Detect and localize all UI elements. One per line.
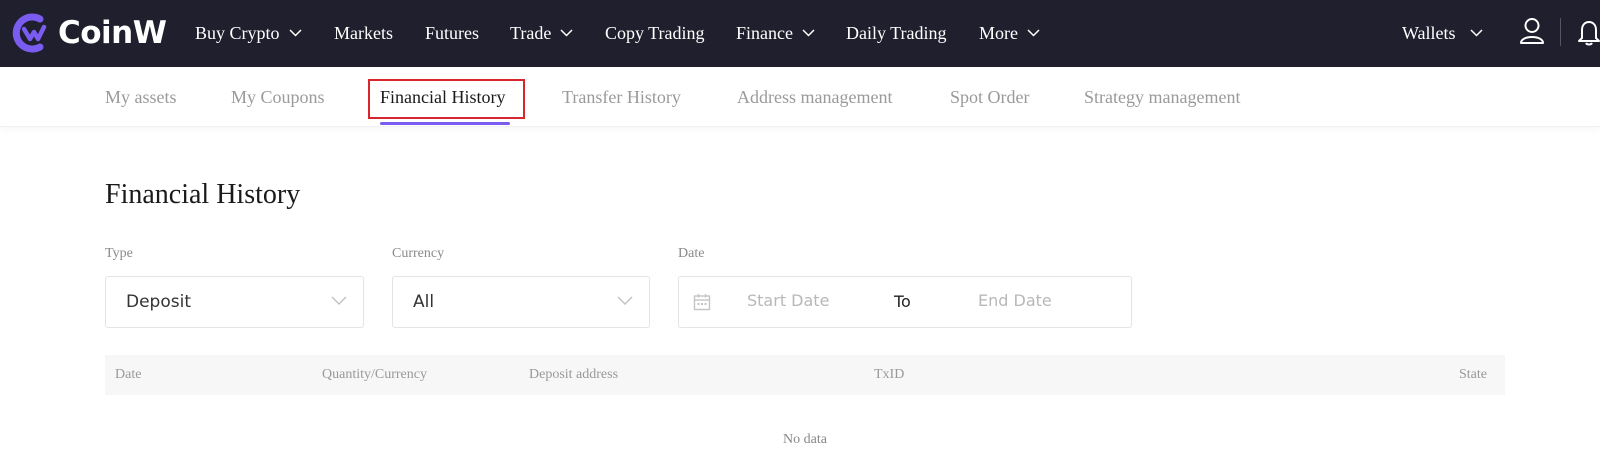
nav-copy-trading-label: Copy Trading — [605, 22, 705, 43]
nav-wallets-label: Wallets — [1402, 22, 1456, 43]
chevron-down-icon — [617, 296, 633, 306]
start-date-input[interactable] — [747, 291, 877, 310]
coinw-logo-icon — [12, 13, 47, 53]
date-range-picker[interactable]: To — [678, 276, 1132, 328]
page-title: Financial History — [105, 179, 301, 210]
date-to-label: To — [894, 292, 911, 311]
tab-address-management[interactable]: Address management — [737, 87, 892, 108]
nav-finance-label: Finance — [736, 22, 793, 43]
date-label: Date — [678, 246, 705, 261]
calendar-icon — [693, 294, 711, 311]
chevron-down-icon — [331, 296, 347, 306]
tab-transfer-history[interactable]: Transfer History — [562, 87, 681, 108]
end-date-input[interactable] — [978, 291, 1108, 310]
chevron-down-icon — [1027, 29, 1040, 37]
chevron-down-icon — [560, 29, 573, 37]
tab-strategy-management[interactable]: Strategy management — [1084, 87, 1240, 108]
nav-copy-trading[interactable]: Copy Trading — [605, 20, 705, 46]
nav-buy-crypto-label: Buy Crypto — [195, 22, 280, 43]
nav-futures-label: Futures — [425, 22, 479, 43]
tab-my-assets[interactable]: My assets — [105, 87, 177, 108]
nav-buy-crypto[interactable]: Buy Crypto — [195, 20, 302, 46]
column-header-state: State — [1459, 367, 1487, 382]
currency-label: Currency — [392, 246, 445, 261]
nav-more-label: More — [979, 22, 1018, 43]
bell-icon[interactable] — [1578, 18, 1600, 46]
top-navbar: CoinW Buy Crypto Markets Futures Trade C… — [0, 0, 1600, 67]
tab-highlight-box — [368, 79, 525, 119]
nav-more[interactable]: More — [979, 20, 1040, 46]
active-tab-indicator — [380, 122, 510, 125]
tab-my-coupons[interactable]: My Coupons — [231, 87, 325, 108]
logo[interactable]: CoinW — [12, 10, 167, 56]
tab-spot-order[interactable]: Spot Order — [950, 87, 1030, 108]
empty-state-text: No data — [783, 432, 827, 447]
type-label: Type — [105, 246, 133, 261]
nav-trade[interactable]: Trade — [510, 20, 573, 46]
chevron-down-icon — [802, 29, 815, 37]
nav-daily-trading-label: Daily Trading — [846, 22, 947, 43]
nav-wallets[interactable]: Wallets — [1402, 20, 1483, 46]
nav-finance[interactable]: Finance — [736, 20, 815, 46]
type-select-value: Deposit — [126, 292, 191, 312]
nav-trade-label: Trade — [510, 22, 552, 43]
nav-futures[interactable]: Futures — [425, 20, 479, 46]
chevron-down-icon — [1470, 29, 1483, 37]
column-header-date: Date — [115, 367, 142, 382]
currency-select-value: All — [413, 292, 435, 312]
column-header-txid: TxID — [874, 367, 905, 382]
user-icon[interactable] — [1519, 17, 1545, 45]
nav-markets[interactable]: Markets — [334, 20, 393, 46]
type-select[interactable]: Deposit — [105, 276, 364, 328]
currency-select[interactable]: All — [392, 276, 650, 328]
navbar-divider — [1560, 18, 1561, 46]
column-header-quantity-currency: Quantity/Currency — [322, 367, 427, 382]
nav-markets-label: Markets — [334, 22, 393, 43]
column-header-deposit-address: Deposit address — [529, 367, 619, 382]
table-header: Date Quantity/Currency Deposit address T… — [105, 355, 1505, 395]
nav-daily-trading[interactable]: Daily Trading — [846, 20, 947, 46]
logo-text: CoinW — [58, 15, 167, 51]
chevron-down-icon — [288, 29, 302, 37]
